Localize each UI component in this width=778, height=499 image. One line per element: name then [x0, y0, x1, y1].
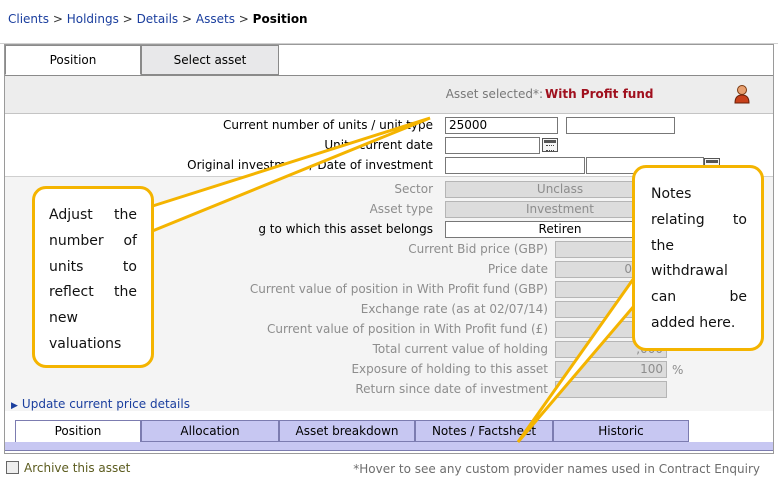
right-callout-line: can be: [651, 289, 747, 306]
archive-checkbox[interactable]: [6, 461, 19, 474]
asset-selected-label: Asset selected*:: [445, 87, 543, 101]
breadcrumb: Clients > Holdings > Details > Assets > …: [0, 0, 778, 44]
belongs-label: g to which this asset belongs: [258, 222, 433, 236]
units-label: Current number of units / unit type: [223, 118, 433, 132]
original-investment-input[interactable]: [445, 157, 585, 174]
update-price-label: Update current price details: [21, 397, 190, 411]
right-callout-line: relating to: [651, 211, 747, 228]
breadcrumb-assets[interactable]: Assets: [196, 12, 235, 26]
breadcrumb-details[interactable]: Details: [137, 12, 179, 26]
right-callout-line: the: [651, 237, 674, 254]
left-callout-line: number of: [49, 232, 137, 249]
current-value-pound-label: Current value of position in With Profit…: [267, 322, 548, 336]
return-label: Return since date of investment: [355, 382, 548, 396]
price-date-label: Price date: [487, 262, 548, 276]
top-tabs: Position Select asset: [5, 45, 773, 75]
bottom-tabs: Position Allocation Asset breakdown Note…: [5, 420, 773, 453]
left-callout-line: valuations: [49, 335, 122, 352]
current-value-gbp-label: Current value of position in With Profit…: [249, 282, 548, 296]
tab-position[interactable]: Position: [5, 45, 141, 75]
left-callout-line: units to: [49, 258, 137, 275]
bid-price-label: Current Bid price (GBP): [408, 242, 548, 256]
left-callout-line: Adjust the: [49, 207, 137, 223]
update-price-link[interactable]: ▶ Update current price details: [11, 397, 190, 411]
exposure-unit: %: [672, 363, 684, 377]
exposure-value: 100: [555, 361, 667, 378]
asset-selected-bar: Asset selected*: With Profit fund: [5, 76, 773, 114]
btab-position[interactable]: Position: [15, 420, 141, 442]
exchange-rate-label: Exchange rate (as at 02/07/14): [360, 302, 548, 316]
calendar-icon[interactable]: [542, 138, 558, 152]
asset-type-label: Asset type: [369, 202, 433, 216]
btab-allocation[interactable]: Allocation: [141, 420, 279, 442]
play-icon: ▶: [11, 401, 18, 411]
breadcrumb-separator: >: [122, 12, 133, 26]
hover-note: *Hover to see any custom provider names …: [353, 462, 760, 476]
breadcrumb-current: Position: [252, 12, 308, 26]
left-callout-line: reflect the: [49, 284, 137, 301]
breadcrumb-separator: >: [238, 12, 249, 26]
breadcrumb-separator: >: [52, 12, 63, 26]
btab-asset-breakdown[interactable]: Asset breakdown: [279, 420, 415, 442]
left-callout: Adjust the number of units to reflect th…: [32, 186, 154, 368]
original-investment-label: Original investment / Date of investment: [187, 158, 433, 172]
left-callout-line: new: [49, 310, 78, 327]
units-input[interactable]: 25000: [445, 117, 558, 134]
right-callout-line: added here.: [651, 314, 736, 331]
right-callout-line: Notes: [651, 186, 692, 202]
asset-selected-value: With Profit fund: [545, 87, 654, 101]
breadcrumb-separator: >: [182, 12, 193, 26]
tab-select-asset[interactable]: Select asset: [141, 45, 279, 75]
unit-type-input[interactable]: [566, 117, 675, 134]
person-icon[interactable]: [733, 84, 751, 104]
units-current-date-input[interactable]: [445, 137, 540, 154]
right-callout-line: withdrawal: [651, 263, 728, 280]
right-callout: Notes relating to the withdrawal can be …: [632, 165, 764, 351]
sector-label: Sector: [394, 182, 433, 196]
archive-asset[interactable]: Archive this asset: [6, 461, 130, 475]
btab-notes-factsheet[interactable]: Notes / Factsheet: [415, 420, 553, 442]
breadcrumb-holdings[interactable]: Holdings: [67, 12, 119, 26]
breadcrumb-clients[interactable]: Clients: [8, 12, 49, 26]
bottom-tab-strip: [5, 442, 773, 451]
archive-label: Archive this asset: [24, 461, 131, 475]
units-current-date-label: Units current date: [324, 138, 433, 152]
exposure-label: Exposure of holding to this asset: [351, 362, 548, 376]
total-value-label: Total current value of holding: [372, 342, 548, 356]
btab-historic[interactable]: Historic: [553, 420, 689, 442]
return-value: [555, 381, 667, 398]
